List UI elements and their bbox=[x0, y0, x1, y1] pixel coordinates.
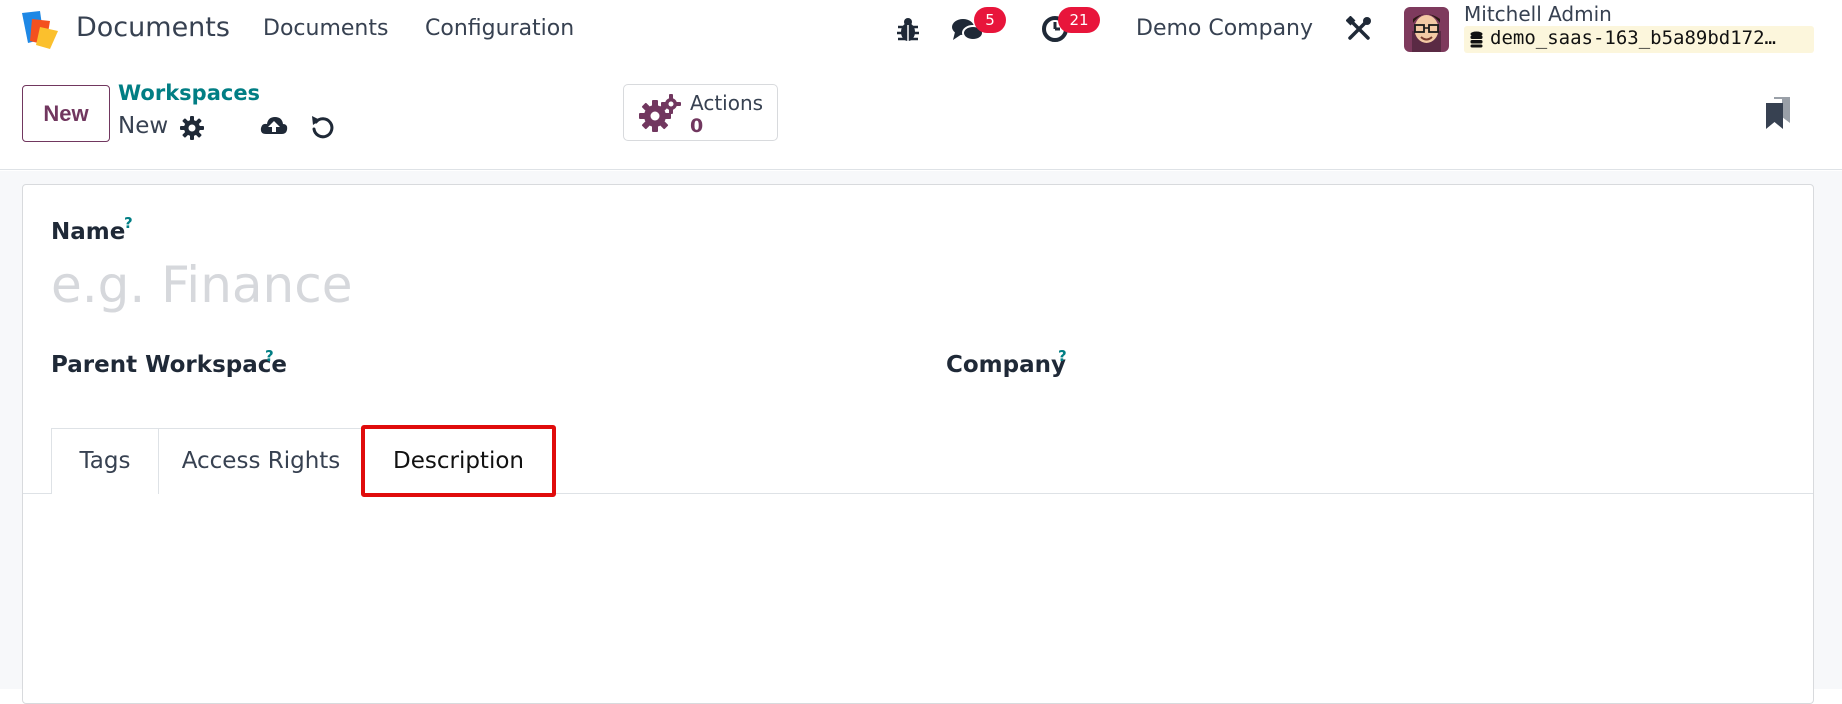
app-name[interactable]: Documents bbox=[76, 12, 230, 43]
tools-icon[interactable] bbox=[1346, 16, 1372, 42]
tab-tags[interactable]: Tags bbox=[51, 428, 159, 494]
parent-workspace-label: Parent Workspace bbox=[51, 352, 287, 378]
tab-access-rights[interactable]: Access Rights bbox=[158, 428, 364, 494]
breadcrumb-workspaces[interactable]: Workspaces bbox=[118, 81, 260, 105]
breadcrumb-current: New bbox=[118, 113, 169, 139]
top-navbar: Documents Documents Configuration 5 21 D… bbox=[0, 0, 1842, 62]
highlight-box bbox=[361, 425, 556, 497]
activities-badge: 21 bbox=[1058, 7, 1100, 33]
menu-configuration[interactable]: Configuration bbox=[425, 16, 574, 41]
name-label: Name bbox=[51, 219, 126, 245]
database-name: demo_saas-163_b5a89bd172… bbox=[1490, 27, 1776, 49]
parent-workspace-help-tooltip[interactable]: ? bbox=[265, 347, 274, 365]
gears-icon bbox=[639, 94, 681, 132]
company-switcher[interactable]: Demo Company bbox=[1136, 16, 1313, 41]
gear-icon[interactable] bbox=[180, 116, 204, 140]
name-help-tooltip[interactable]: ? bbox=[124, 214, 133, 232]
avatar[interactable] bbox=[1404, 7, 1449, 52]
bookmarks-icon[interactable] bbox=[1766, 97, 1790, 129]
company-label: Company bbox=[946, 352, 1066, 378]
menu-documents[interactable]: Documents bbox=[263, 16, 388, 41]
new-button[interactable]: New bbox=[22, 85, 110, 142]
messages-badge: 5 bbox=[974, 7, 1006, 33]
company-help-tooltip[interactable]: ? bbox=[1058, 347, 1067, 365]
control-panel: New Workspaces New Actions 0 bbox=[0, 62, 1842, 170]
user-name[interactable]: Mitchell Admin bbox=[1464, 2, 1612, 26]
actions-count: 0 bbox=[690, 115, 704, 137]
database-icon bbox=[1470, 31, 1483, 48]
database-chip: demo_saas-163_b5a89bd172… bbox=[1464, 26, 1814, 53]
actions-label: Actions bbox=[690, 91, 764, 115]
undo-icon[interactable] bbox=[310, 114, 336, 140]
actions-button[interactable]: Actions 0 bbox=[623, 84, 778, 141]
name-input[interactable] bbox=[51, 252, 911, 318]
app-logo-icon[interactable] bbox=[20, 9, 60, 49]
bug-icon[interactable] bbox=[896, 17, 920, 43]
cloud-upload-icon[interactable] bbox=[260, 114, 288, 138]
